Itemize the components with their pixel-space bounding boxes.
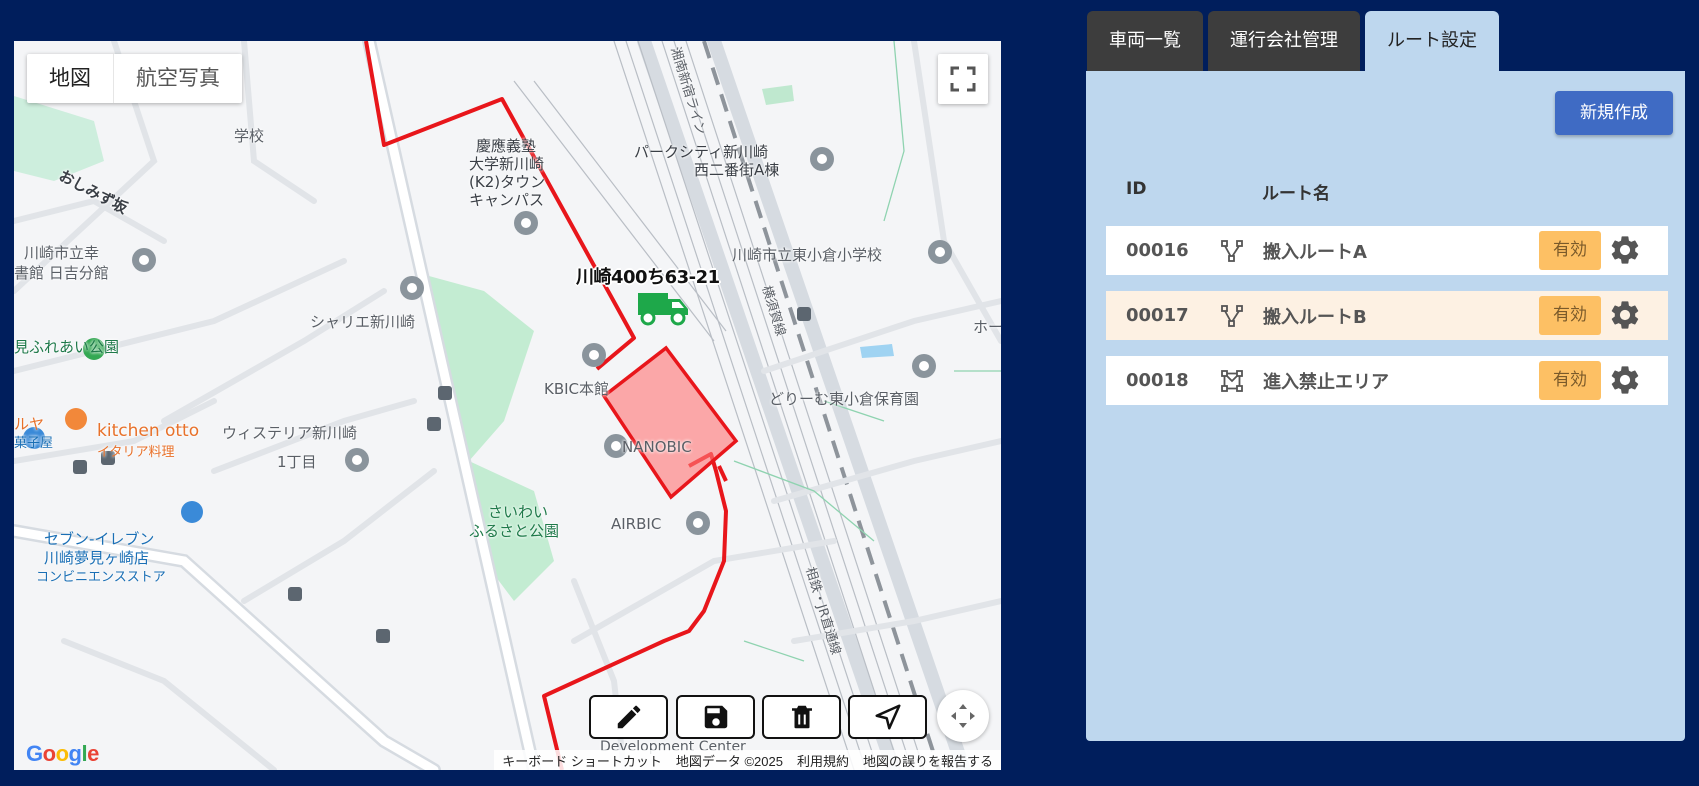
map-label: KBIC本館	[544, 380, 610, 398]
map-type-control: 地図 航空写真	[27, 54, 242, 103]
save-button[interactable]	[676, 695, 755, 739]
table-row[interactable]: 00018 進入禁止エリア 有効	[1106, 356, 1668, 405]
status-badge: 有効	[1539, 361, 1601, 400]
navigate-button[interactable]	[848, 695, 927, 739]
map-label: 菓子屋	[14, 436, 54, 451]
map-label: ルヤ	[14, 415, 45, 433]
map-label: コンビニエンスストア	[36, 570, 166, 585]
trash-icon	[791, 705, 812, 729]
map-label: ウィステリア新川崎	[222, 424, 358, 442]
keyboard-shortcuts-link[interactable]: キーボード ショートカット	[502, 751, 662, 770]
map-label: さいわい	[488, 503, 549, 521]
map-label: シャリエ新川崎	[310, 313, 416, 331]
tab-bar: 車両一覧 運行会社管理 ルート設定	[1087, 11, 1499, 71]
map-label: イタリア料理	[97, 445, 175, 460]
route-settings-panel: 新規作成 ID ルート名 00016 搬入ルートA 有効 00017 搬入ルート…	[1086, 71, 1685, 741]
settings-gear-icon[interactable]	[1608, 233, 1642, 267]
map-label: AIRBIC	[611, 515, 662, 533]
report-error-link[interactable]: 地図の誤りを報告する	[863, 751, 993, 770]
table-row[interactable]: 00016 搬入ルートA 有効	[1106, 226, 1668, 275]
tab-route-settings[interactable]: ルート設定	[1365, 11, 1499, 71]
table-row[interactable]: 00017 搬入ルートB 有効	[1106, 291, 1668, 340]
navigation-arrow-icon	[875, 704, 900, 730]
save-icon	[704, 705, 727, 729]
map-attribution: キーボード ショートカット 地図データ ©2025 利用規約 地図の誤りを報告す…	[494, 750, 1001, 770]
recenter-button[interactable]	[937, 690, 989, 742]
map-label: 西二番街A棟	[694, 161, 780, 179]
map-label: セブン-イレブン	[44, 530, 155, 548]
google-logo: Google	[26, 741, 99, 766]
truck-icon[interactable]	[636, 287, 692, 327]
terms-link[interactable]: 利用規約	[797, 751, 849, 770]
polygon-area-icon	[1221, 370, 1243, 392]
map-label: 書館 日吉分館	[14, 264, 109, 282]
map-label: ホー	[973, 318, 1001, 336]
route-id: 00016	[1126, 240, 1189, 261]
column-header-id: ID	[1126, 179, 1147, 199]
route-icon	[1221, 305, 1243, 327]
vehicle-label: 川崎400ち63-21	[576, 267, 720, 288]
map-label: どりーむ東小倉保育園	[769, 390, 920, 408]
status-badge: 有効	[1539, 296, 1601, 335]
settings-gear-icon[interactable]	[1608, 298, 1642, 332]
map-label: 川崎市立東小倉小学校	[732, 246, 883, 264]
map-view[interactable]: 慶應義塾 大学新川崎 (K2)タウン キャンパス パークシティ新川崎 西二番街A…	[14, 41, 1001, 770]
map-label: ふるさと公園	[469, 522, 560, 540]
map-label: 学校	[234, 127, 265, 145]
map-type-satellite-button[interactable]: 航空写真	[113, 54, 242, 103]
map-label: kitchen otto	[97, 421, 200, 441]
tab-operator-management[interactable]: 運行会社管理	[1208, 11, 1360, 71]
map-label: 見ふれあい公園	[14, 338, 120, 356]
map-label: 1丁目	[277, 453, 317, 471]
table-header: ID ルート名	[1126, 179, 1330, 204]
route-name: 搬入ルートB	[1263, 306, 1367, 328]
route-id: 00018	[1126, 370, 1189, 391]
status-badge: 有効	[1539, 231, 1601, 270]
route-icon	[1221, 240, 1243, 262]
map-label: キャンパス	[469, 191, 545, 209]
pencil-icon	[617, 705, 640, 729]
route-id: 00017	[1126, 305, 1189, 326]
map-type-roadmap-button[interactable]: 地図	[27, 54, 113, 103]
route-name: 進入禁止エリア	[1263, 371, 1389, 393]
delete-button[interactable]	[762, 695, 841, 739]
map-label: NANOBIC	[622, 438, 692, 456]
map-label: 川崎夢見ヶ崎店	[44, 549, 150, 567]
tab-vehicle-list[interactable]: 車両一覧	[1087, 11, 1203, 71]
fullscreen-button[interactable]	[938, 54, 988, 104]
fullscreen-icon	[950, 66, 976, 92]
create-new-button[interactable]: 新規作成	[1555, 91, 1673, 135]
map-label: 川崎市立幸	[24, 244, 100, 262]
column-header-route-name: ルート名	[1262, 184, 1330, 204]
map-data-credit: 地図データ ©2025	[675, 753, 783, 769]
edit-button[interactable]	[589, 695, 668, 739]
route-name: 搬入ルートA	[1263, 241, 1367, 263]
settings-gear-icon[interactable]	[1608, 363, 1642, 397]
move-arrows-icon	[951, 704, 975, 728]
